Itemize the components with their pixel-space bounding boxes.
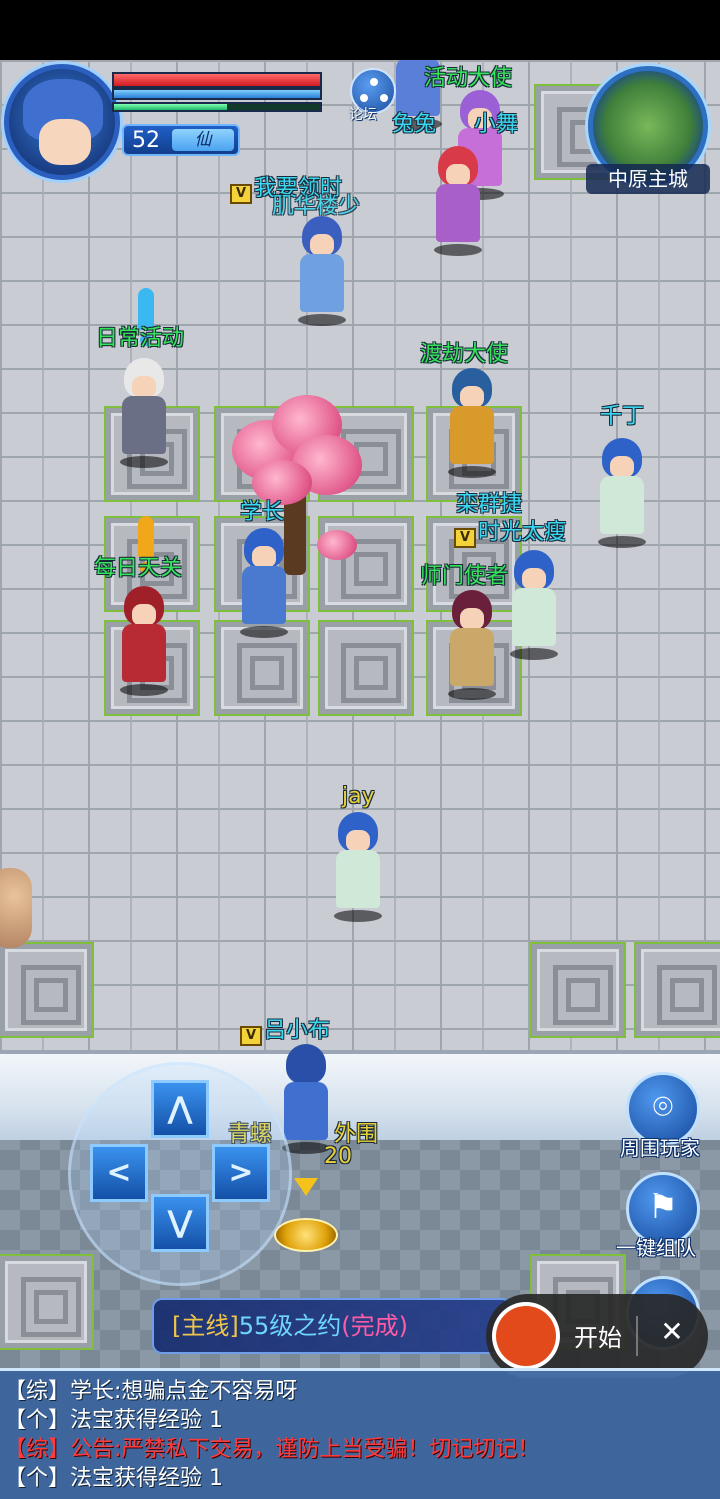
floor-tile <box>320 622 412 714</box>
chat-text: 法宝获得经验 1 <box>70 1466 224 1491</box>
pet-companion[interactable] <box>0 868 32 948</box>
chat-channel: 【个】 <box>4 1466 71 1491</box>
recorder-start-button[interactable]: 开始 <box>574 1318 622 1353</box>
forum-label: 论坛 <box>349 107 377 123</box>
player-qianding[interactable] <box>594 438 650 548</box>
quest-title: 55级之约 <box>238 1312 342 1340</box>
quest-tag: [主线] <box>172 1312 239 1340</box>
share-nodes-icon <box>370 78 378 86</box>
record-icon[interactable] <box>492 1302 560 1370</box>
vip-badge: V <box>454 528 476 548</box>
chat-text: 学长:想骗点金不容易呀 <box>70 1379 298 1404</box>
chat-text: 公告:严禁私下交易，谨防上当受骗！切记切记！ <box>70 1437 540 1462</box>
status-bar <box>0 0 720 60</box>
dpad-left-button[interactable]: < <box>90 1144 148 1202</box>
floor-tile <box>636 944 720 1036</box>
hp-fill <box>114 74 320 86</box>
dpad-right-button[interactable]: > <box>212 1144 270 1202</box>
chat-line: 【个】法宝获得经验 1 <box>4 1464 710 1493</box>
minimap-location: 中原主城 <box>586 164 710 194</box>
floor-tile <box>532 944 624 1036</box>
npc-name-daily-activity: 日常活动 <box>96 326 185 351</box>
chat-channel: 【综】 <box>4 1437 71 1462</box>
level-box: 52 仙 <box>122 124 240 156</box>
chat-text: 法宝获得经验 1 <box>70 1408 224 1433</box>
npc-dujie-envoy[interactable] <box>444 368 500 478</box>
player-shiguang[interactable] <box>506 550 562 660</box>
chat-line: 【综】学长:想骗点金不容易呀 <box>4 1377 710 1406</box>
gold-coin-icon[interactable] <box>274 1218 338 1252</box>
screen-recorder[interactable]: 开始 ✕ <box>486 1294 708 1378</box>
player-name-self: V 吕小布 <box>240 1012 330 1046</box>
player-jay[interactable] <box>330 812 386 922</box>
npc-name-dujie-envoy: 渡劫大使 <box>420 342 509 367</box>
npc-name-activity-envoy: 活动大使 <box>424 66 513 91</box>
quest-tracker[interactable]: [主线]55级之约(完成) <box>152 1298 512 1354</box>
player-name-shiguang: V 时光太瘦 <box>454 514 566 548</box>
mp-fill <box>114 90 320 98</box>
nearby-players-label: 周围玩家 <box>620 1136 700 1160</box>
exp-bar <box>112 102 322 112</box>
chat-channel: 【综】 <box>4 1379 71 1404</box>
exp-fill <box>114 104 228 110</box>
vip-badge: V <box>230 184 252 204</box>
one-click-team-label: 一键组队 <box>616 1236 696 1260</box>
npc-daily-pass[interactable] <box>116 586 172 696</box>
npc-sect-envoy[interactable] <box>444 590 500 700</box>
player-xuezhang[interactable] <box>236 528 292 638</box>
quest-state: (完成) <box>341 1312 409 1340</box>
vip-badge: V <box>240 1026 262 1046</box>
npc-daily-activity[interactable] <box>116 358 172 468</box>
player-level: 52 <box>132 128 160 153</box>
avatar-face <box>39 119 91 165</box>
mp-bar <box>112 88 322 100</box>
player-name-xuezhang: 学长 <box>240 500 285 525</box>
npc-name-sect-envoy: 师门使者 <box>420 564 509 589</box>
divider <box>636 1316 638 1356</box>
arrow-down-icon <box>294 1178 318 1196</box>
map-pin-icon: ⌾ <box>652 1087 674 1127</box>
player-name-tutu: 兔兔 <box>392 112 437 137</box>
player-name-overlap-2: 肌华楼少 <box>272 194 361 219</box>
blossom <box>317 530 357 560</box>
area-number: 20 <box>324 1144 352 1169</box>
npc-name-daily-pass: 每日天关 <box>94 556 183 581</box>
share-nodes-icon <box>360 94 368 102</box>
chat-line-announcement: 【综】公告:严禁私下交易，谨防上当受骗！切记切记！ <box>4 1435 710 1464</box>
player-avatar[interactable] <box>4 64 120 180</box>
player-self[interactable] <box>278 1044 334 1154</box>
close-icon[interactable]: ✕ <box>650 1310 694 1354</box>
player-name-text: 吕小布 <box>264 1018 331 1043</box>
dpad-up-button[interactable]: ⋀ <box>151 1080 209 1138</box>
hp-bar <box>112 72 322 88</box>
player-overlap[interactable] <box>294 216 350 326</box>
flag-plus-icon: ⚑ <box>647 1187 679 1227</box>
floor-tile <box>0 944 92 1036</box>
floor-tile <box>0 1256 92 1348</box>
player-name-xiaowu: 小舞 <box>474 112 519 137</box>
chat-panel[interactable]: 【综】学长:想骗点金不容易呀 【个】法宝获得经验 1 【综】公告:严禁私下交易，… <box>0 1368 720 1499</box>
chat-channel: 【个】 <box>4 1408 71 1433</box>
player-name-jay: jay <box>342 784 375 809</box>
chat-line: 【个】法宝获得经验 1 <box>4 1406 710 1435</box>
player-tutu[interactable] <box>430 146 486 256</box>
player-name-text: 时光太瘦 <box>478 520 567 545</box>
dpad-down-button[interactable]: ⋁ <box>151 1194 209 1252</box>
player-rank: 仙 <box>172 129 234 151</box>
player-name-qianding: 千丁 <box>600 404 645 429</box>
share-nodes-icon <box>380 94 388 102</box>
